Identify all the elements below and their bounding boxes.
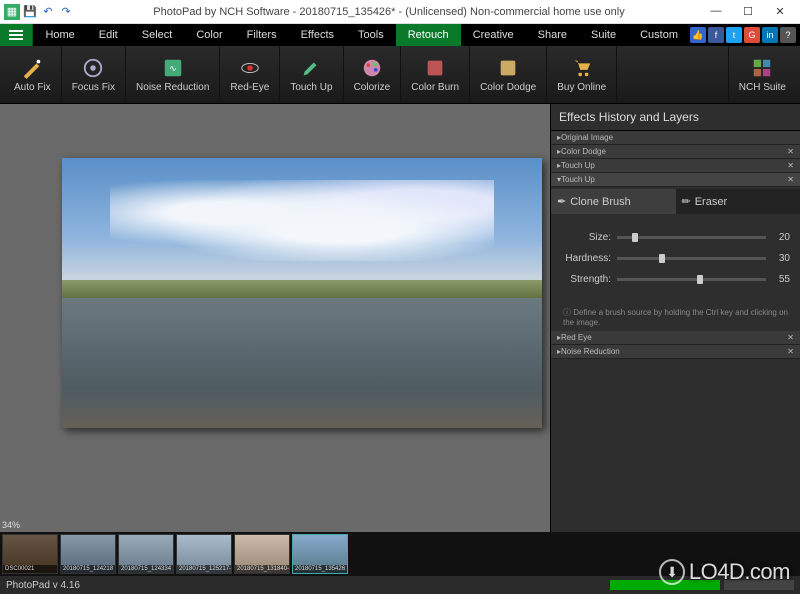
label: Color Burn bbox=[411, 82, 459, 93]
menu-creative[interactable]: Creative bbox=[461, 24, 526, 46]
collapsed-noise[interactable]: ▸ Noise Reduction✕ bbox=[551, 345, 800, 359]
touchup-button[interactable]: Touch Up bbox=[280, 46, 343, 103]
eye-icon bbox=[239, 57, 261, 79]
social-icons: 👍 f t G in ? bbox=[690, 24, 800, 46]
save-icon[interactable]: 💾 bbox=[22, 4, 38, 20]
panel-title: Effects History and Layers bbox=[551, 104, 800, 131]
tool-tabs: ✒Clone Brush ✏Eraser bbox=[551, 189, 800, 214]
thumbnail[interactable]: 20180715_124218 bbox=[60, 534, 116, 574]
focusfix-button[interactable]: Focus Fix bbox=[62, 46, 126, 103]
eraser-icon: ✏ bbox=[682, 195, 691, 208]
window-controls: — ☐ ✕ bbox=[704, 5, 796, 18]
burn-icon bbox=[424, 57, 446, 79]
app-icon: ▦ bbox=[4, 4, 20, 20]
label: Auto Fix bbox=[14, 82, 51, 93]
label: NCH Suite bbox=[739, 82, 786, 93]
svg-text:∿: ∿ bbox=[169, 63, 177, 73]
suite-icon bbox=[751, 57, 773, 79]
minimize-button[interactable]: — bbox=[704, 5, 728, 18]
slider-hardness[interactable]: Hardness: 30 bbox=[561, 253, 790, 264]
noise-icon: ∿ bbox=[162, 57, 184, 79]
label: Color Dodge bbox=[480, 82, 536, 93]
google-icon[interactable]: G bbox=[744, 27, 760, 43]
label: Touch Up bbox=[290, 82, 332, 93]
thumbnail[interactable]: 20180715_125217-Pano bbox=[176, 534, 232, 574]
menu-color[interactable]: Color bbox=[184, 24, 234, 46]
menubar: Home Edit Select Color Filters Effects T… bbox=[0, 24, 800, 46]
window-title: PhotoPad by NCH Software - 20180715_1354… bbox=[74, 6, 704, 18]
label: Focus Fix bbox=[72, 82, 115, 93]
colordodge-button[interactable]: Color Dodge bbox=[470, 46, 547, 103]
help-icon[interactable]: ? bbox=[780, 27, 796, 43]
menu-tools[interactable]: Tools bbox=[346, 24, 396, 46]
download-icon: ⬇ bbox=[659, 559, 685, 585]
label: Colorize bbox=[354, 82, 391, 93]
layer-touchup-1[interactable]: ▸ Touch Up✕ bbox=[551, 159, 800, 173]
palette-icon bbox=[361, 57, 383, 79]
nch-suite-button[interactable]: NCH Suite bbox=[728, 46, 796, 103]
titlebar: ▦ 💾 ↶ ↷ PhotoPad by NCH Software - 20180… bbox=[0, 0, 800, 24]
brush-hint: ⓘ Define a brush source by holding the C… bbox=[551, 303, 800, 331]
menu-custom[interactable]: Custom bbox=[628, 24, 690, 46]
label: Red-Eye bbox=[230, 82, 269, 93]
brush-icon: ✒ bbox=[557, 195, 566, 208]
redo-icon[interactable]: ↷ bbox=[58, 4, 74, 20]
dodge-icon bbox=[497, 57, 519, 79]
redeye-button[interactable]: Red-Eye bbox=[220, 46, 280, 103]
menu-edit[interactable]: Edit bbox=[87, 24, 130, 46]
twitter-icon[interactable]: t bbox=[726, 27, 742, 43]
menu-retouch[interactable]: Retouch bbox=[396, 24, 461, 46]
autofix-button[interactable]: Auto Fix bbox=[4, 46, 62, 103]
menu-suite[interactable]: Suite bbox=[579, 24, 628, 46]
close-button[interactable]: ✕ bbox=[768, 5, 792, 18]
colorburn-button[interactable]: Color Burn bbox=[401, 46, 470, 103]
layer-original[interactable]: ▸ Original Image bbox=[551, 131, 800, 145]
layer-touchup-2[interactable]: ▾ Touch Up✕ bbox=[551, 173, 800, 187]
thumbnail[interactable]: DSC00021 bbox=[2, 534, 58, 574]
tab-clone-brush[interactable]: ✒Clone Brush bbox=[551, 189, 676, 214]
menu-effects[interactable]: Effects bbox=[289, 24, 346, 46]
quick-access-toolbar: ▦ 💾 ↶ ↷ bbox=[4, 4, 74, 20]
thumbnail[interactable]: 20180715_131840-Pano bbox=[234, 534, 290, 574]
slider-size[interactable]: Size: 20 bbox=[561, 232, 790, 243]
noise-reduction-button[interactable]: ∿ Noise Reduction bbox=[126, 46, 220, 103]
wand-icon bbox=[21, 57, 43, 79]
linkedin-icon[interactable]: in bbox=[762, 27, 778, 43]
menu-filters[interactable]: Filters bbox=[235, 24, 289, 46]
layer-colordodge[interactable]: ▸ Color Dodge✕ bbox=[551, 145, 800, 159]
tab-eraser[interactable]: ✏Eraser bbox=[676, 189, 800, 214]
like-icon[interactable]: 👍 bbox=[690, 27, 706, 43]
main-area: 34% Effects History and Layers ▸ Origina… bbox=[0, 104, 800, 532]
canvas-area[interactable]: 34% bbox=[0, 104, 550, 532]
version-label: PhotoPad v 4.16 bbox=[6, 580, 80, 591]
menu-share[interactable]: Share bbox=[526, 24, 579, 46]
menu-home[interactable]: Home bbox=[33, 24, 86, 46]
buy-online-button[interactable]: Buy Online bbox=[547, 46, 617, 103]
colorize-button[interactable]: Colorize bbox=[344, 46, 402, 103]
app-menu-button[interactable] bbox=[0, 24, 33, 46]
watermark: ⬇ LO4D.com bbox=[659, 559, 790, 585]
facebook-icon[interactable]: f bbox=[708, 27, 724, 43]
maximize-button[interactable]: ☐ bbox=[736, 5, 760, 18]
undo-icon[interactable]: ↶ bbox=[40, 4, 56, 20]
menu-select[interactable]: Select bbox=[130, 24, 185, 46]
label: Noise Reduction bbox=[136, 82, 209, 93]
zoom-level: 34% bbox=[2, 520, 20, 530]
label: Buy Online bbox=[557, 82, 606, 93]
brush-icon bbox=[300, 57, 322, 79]
slider-strength[interactable]: Strength: 55 bbox=[561, 274, 790, 285]
collapsed-redeye[interactable]: ▸ Red Eye✕ bbox=[551, 331, 800, 345]
thumbnail[interactable]: 20180715_135426 bbox=[292, 534, 348, 574]
thumbnail[interactable]: 20180715_124334 bbox=[118, 534, 174, 574]
effects-panel: Effects History and Layers ▸ Original Im… bbox=[550, 104, 800, 532]
brush-sliders: Size: 20 Hardness: 30 Strength: 55 bbox=[551, 214, 800, 303]
target-icon bbox=[82, 57, 104, 79]
cart-icon bbox=[571, 57, 593, 79]
ribbon-toolbar: Auto Fix Focus Fix ∿ Noise Reduction Red… bbox=[0, 46, 800, 104]
canvas-image[interactable] bbox=[62, 158, 542, 428]
